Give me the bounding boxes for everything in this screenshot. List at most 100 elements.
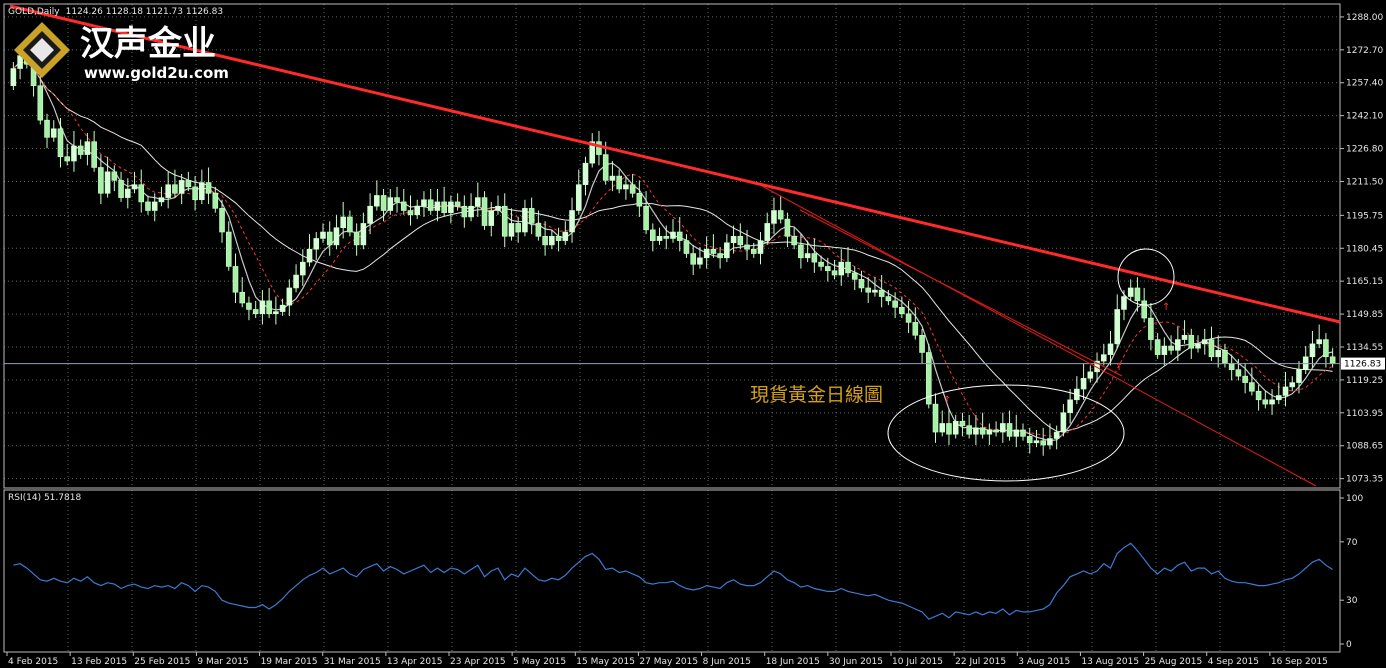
bull-candle [50,128,57,138]
bull-candle [340,216,346,229]
bear-candle [138,184,145,203]
bear-candle [91,141,97,168]
time-tick-label: 31 Mar 2015 [324,657,381,667]
time-tick-label: 25 Aug 2015 [1145,657,1203,667]
bull-candle [299,261,306,276]
bull-candle [468,205,474,218]
bear-candle [798,244,804,259]
time-tick-label: 4 Sep 2015 [1208,657,1259,667]
bull-candle [259,300,266,315]
bear-candle [1242,375,1248,383]
time-tick-label: 13 Feb 2015 [71,657,127,667]
bull-candle [549,236,555,246]
bear-candle [192,186,198,201]
bull-candle [1087,371,1094,379]
bear-candle [1168,345,1174,351]
bull-candle [199,182,205,201]
price-tick-label: 1119.25 [1346,376,1383,386]
bear-candle [851,272,858,280]
time-tick-label: 15 May 2015 [576,657,635,667]
bull-candle [475,197,481,207]
bear-candle [1020,429,1026,437]
bear-candle [777,210,784,220]
bull-candle [1107,343,1114,355]
bear-candle [636,192,643,207]
bear-candle [596,141,602,155]
bull-candle [306,248,313,263]
bear-candle [919,334,925,353]
bull-candle [730,236,737,244]
bear-candle [663,236,670,239]
bear-candle [825,266,831,272]
bull-candle [1121,296,1127,310]
bull-candle [757,240,764,254]
bear-candle [219,208,225,233]
fractal-marker: ↑ [1162,302,1170,313]
bull-candle [609,175,616,181]
bull-candle [434,201,441,211]
bear-candle [461,205,468,218]
bear-candle [946,423,952,435]
bear-candle [225,231,232,267]
bear-candle [683,240,690,254]
time-tick-label: 4 Feb 2015 [8,657,58,667]
bear-candle [427,199,434,211]
bull-candle [71,145,77,162]
time-tick-label: 18 Jun 2015 [766,657,820,667]
bull-candle [764,223,771,241]
bull-candle [158,197,165,203]
bear-candle [246,302,252,310]
bull-candle [279,304,286,312]
fractal-marker: ↑ [1115,362,1123,373]
time-tick-label: 25 Feb 2015 [134,657,190,667]
bear-candle [616,175,622,190]
price-tick-label: 1211.50 [1346,177,1383,187]
bull-candle [562,231,569,241]
price-tick-label: 1272.70 [1346,46,1383,56]
bear-candle [1141,300,1147,319]
bull-candle [1013,429,1020,437]
bull-candle [1282,386,1289,396]
bull-candle [165,184,171,198]
bear-candle [650,229,656,241]
bull-candle [582,162,589,185]
bear-candle [1255,390,1262,401]
bull-candle [522,208,528,233]
price-tick-label: 1149.85 [1346,310,1383,320]
current-price-label: 1126.83 [1344,360,1381,370]
bull-candle [973,427,979,435]
bear-candle [407,210,414,216]
fractal-marker: ↑ [943,395,951,406]
bear-candle [865,287,871,293]
bull-candle [293,274,299,289]
bull-candle [1127,287,1134,297]
bull-candle [703,248,710,259]
bull-candle [1201,339,1208,345]
bull-candle [124,188,131,198]
bear-candle [1329,356,1336,364]
bear-candle [555,236,562,241]
bear-candle [750,248,757,254]
bear-candle [1222,350,1228,364]
bear-candle [111,171,118,181]
rsi-tick-label: 30 [1346,596,1358,606]
bear-candle [811,253,818,263]
time-tick-label: 9 Mar 2015 [197,657,248,667]
bull-candle [1309,343,1316,358]
bear-candle [1208,339,1215,358]
bear-candle [932,403,939,433]
bear-candle [643,205,649,231]
bear-candle [232,266,239,293]
bear-candle [690,253,696,265]
bear-candle [1323,339,1329,358]
company-logo: 汉声金业 www.gold2u.com [14,22,229,82]
rsi-tick-label: 0 [1346,640,1352,650]
bull-candle [838,261,845,276]
time-tick-label: 3 Aug 2015 [1018,657,1070,667]
bull-candle [952,421,959,435]
bear-candle [905,313,912,323]
bear-candle [993,429,999,433]
bear-candle [892,300,898,308]
bull-candle [508,223,515,237]
price-tick-label: 1088.65 [1346,442,1383,452]
